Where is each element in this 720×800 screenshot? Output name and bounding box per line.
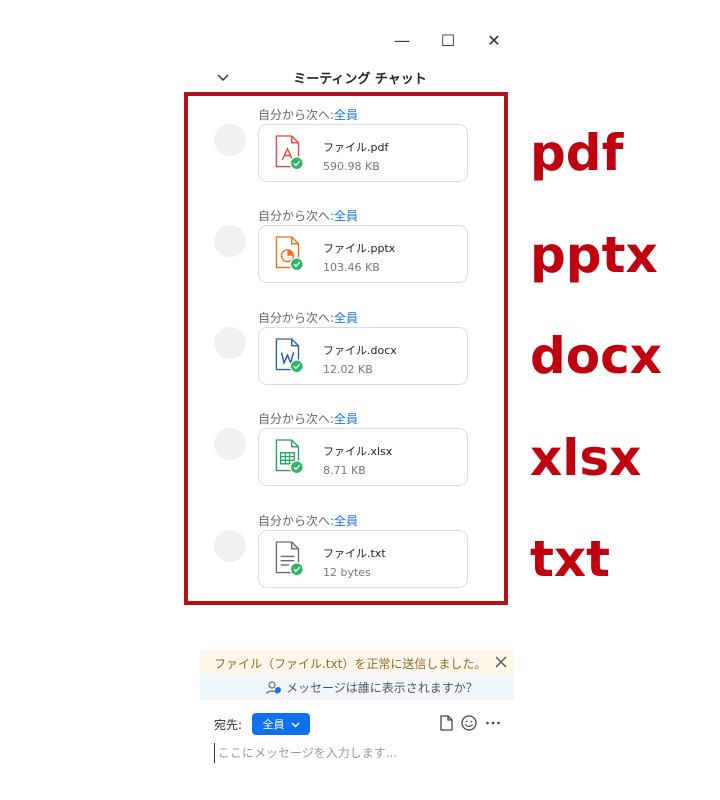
maximize-button[interactable]: ☐ xyxy=(436,28,460,52)
visibility-text: メッセージは誰に表示されますか？ xyxy=(286,681,478,695)
highlight-box xyxy=(184,92,508,605)
more-icon[interactable] xyxy=(484,714,502,732)
recipient-dropdown[interactable]: 全員 xyxy=(252,713,310,735)
send-success-notice: ファイル（ファイル.txt）を正常に送信しました。 xyxy=(200,650,514,674)
person-icon xyxy=(266,680,281,694)
close-icon[interactable] xyxy=(492,653,510,671)
file-type-label: docx xyxy=(530,327,663,385)
notice-text: ファイル（ファイル.txt）を正常に送信しました。 xyxy=(214,657,487,671)
file-type-label: pptx xyxy=(530,226,658,284)
minimize-button[interactable]: — xyxy=(390,28,414,52)
message-input[interactable] xyxy=(214,743,510,763)
panel-title: ミーティング チャット xyxy=(293,72,427,87)
emoji-icon[interactable] xyxy=(460,714,478,732)
chevron-down-icon[interactable] xyxy=(214,68,232,86)
close-window-button[interactable]: ✕ xyxy=(482,28,506,52)
visibility-info[interactable]: メッセージは誰に表示されますか？ xyxy=(200,674,514,700)
file-type-label: pdf xyxy=(530,124,624,182)
file-type-label: txt xyxy=(530,530,611,588)
chevron-down-icon xyxy=(291,722,299,727)
to-label: 宛先: xyxy=(214,718,243,732)
file-icon[interactable] xyxy=(437,714,455,732)
file-type-label: xlsx xyxy=(530,429,642,487)
recipient-label: 全員 xyxy=(262,718,285,731)
